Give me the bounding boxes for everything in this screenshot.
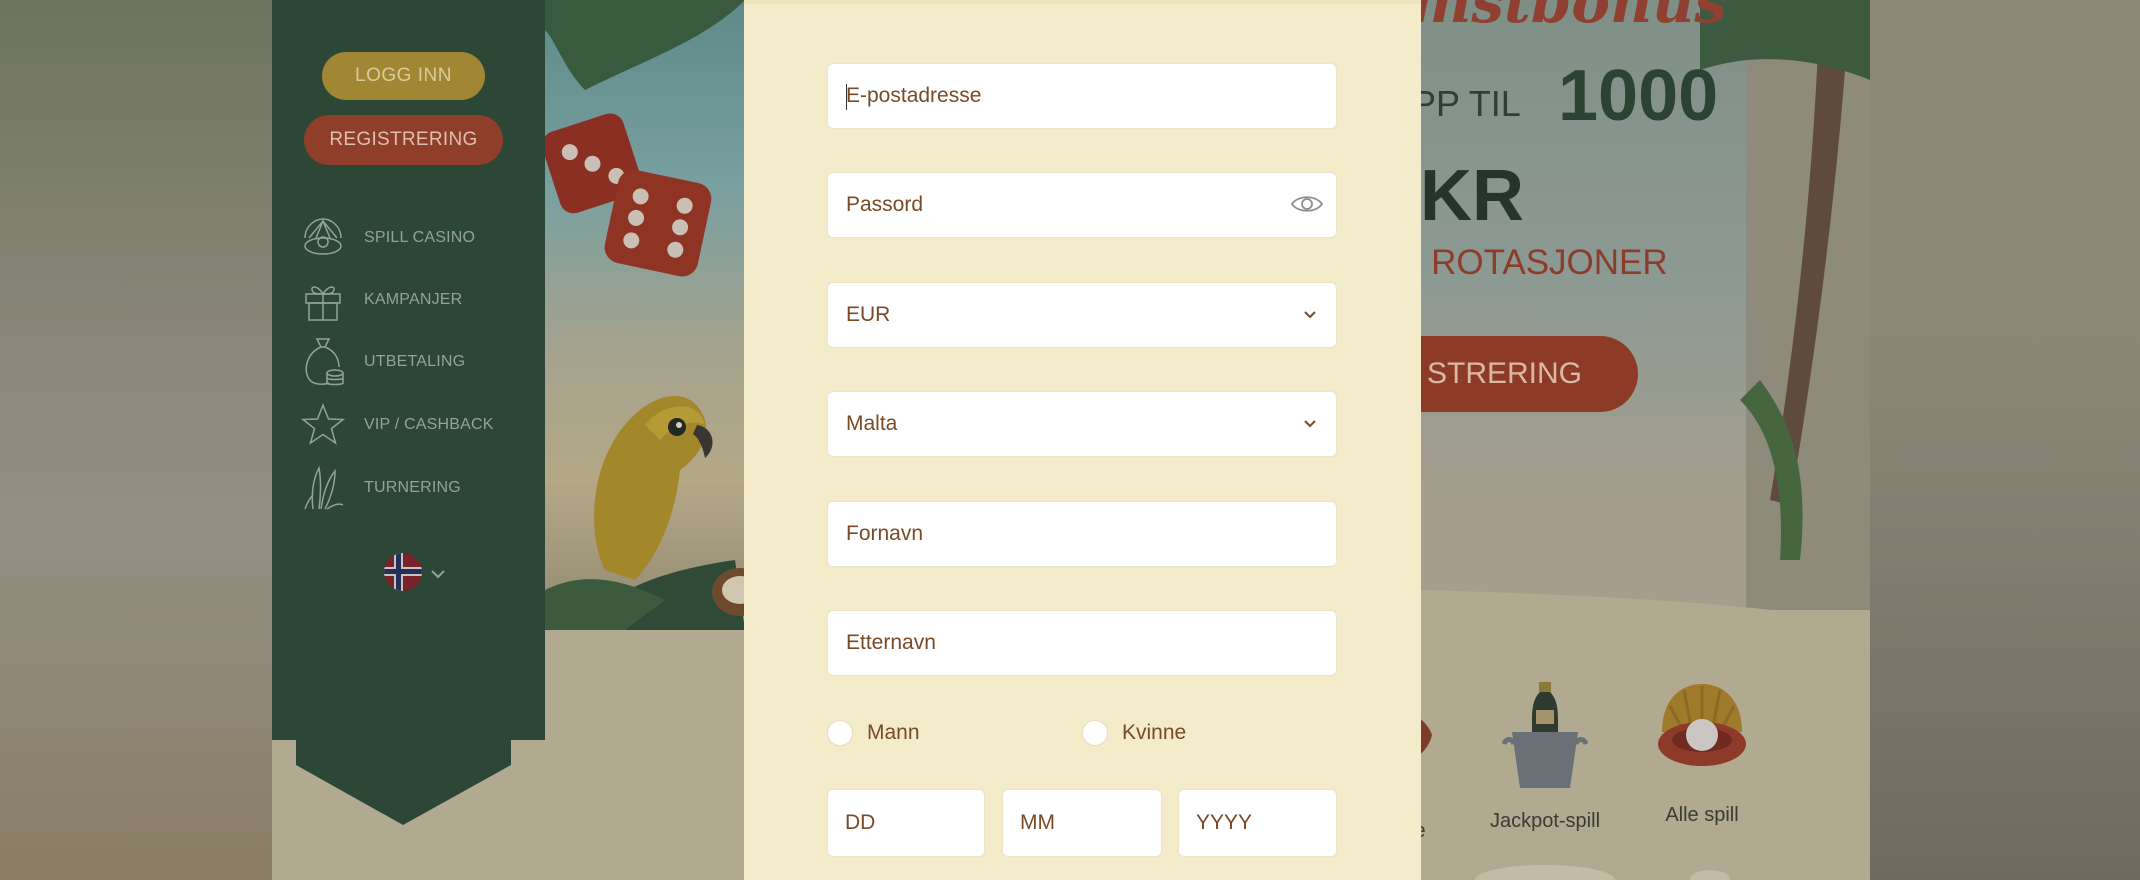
text-cursor bbox=[846, 84, 847, 110]
password-input[interactable] bbox=[828, 173, 1336, 237]
gender-male-option[interactable]: Mann bbox=[827, 716, 920, 750]
birth-day-input[interactable] bbox=[828, 790, 984, 856]
gift-icon bbox=[300, 277, 346, 323]
sidebar-item-label: TURNERING bbox=[364, 479, 461, 496]
category-label: Jackpot-spill bbox=[1489, 810, 1601, 832]
palm-tree-right bbox=[1700, 0, 1870, 560]
promo-amount: 1000 bbox=[1558, 56, 1719, 136]
blurred-right-background bbox=[1870, 0, 2140, 880]
sidebar-item-payout[interactable]: UTBETALING bbox=[300, 337, 530, 387]
sidebar-item-tournament[interactable]: TURNERING bbox=[300, 463, 530, 513]
promo-headline: mstbonus bbox=[1410, 0, 1728, 36]
chevron-down-icon bbox=[430, 565, 446, 584]
country-value: Malta bbox=[846, 412, 898, 435]
language-selector[interactable] bbox=[384, 553, 454, 595]
register-button[interactable]: REGISTRERING bbox=[304, 115, 503, 165]
password-field[interactable] bbox=[827, 172, 1337, 238]
currency-select[interactable]: EUR bbox=[827, 282, 1337, 348]
chevron-down-icon bbox=[1302, 307, 1318, 323]
sidebar-ribbon-tail bbox=[296, 725, 511, 825]
category-label: Alle spill bbox=[1665, 804, 1739, 826]
sidebar-item-label: SPILL CASINO bbox=[364, 229, 476, 246]
first-name-field[interactable] bbox=[827, 501, 1337, 567]
country-select[interactable]: Malta bbox=[827, 391, 1337, 457]
sidebar-item-play-casino[interactable]: SPILL CASINO bbox=[300, 213, 530, 263]
eye-icon[interactable] bbox=[1290, 189, 1326, 221]
gender-male-radio[interactable] bbox=[827, 720, 853, 746]
gender-female-radio[interactable] bbox=[1082, 720, 1108, 746]
promo-currency: KR bbox=[1420, 156, 1524, 236]
birth-year-field[interactable] bbox=[1178, 789, 1337, 857]
last-name-input[interactable] bbox=[828, 611, 1336, 675]
blurred-left-background bbox=[0, 0, 272, 880]
login-button[interactable]: LOGG INN bbox=[322, 52, 485, 100]
sidebar-item-label: UTBETALING bbox=[364, 353, 466, 370]
gender-male-label: Mann bbox=[867, 721, 920, 744]
sidebar-item-label: KAMPANJER bbox=[364, 291, 463, 308]
registration-modal: EUR Malta Mann Kvinne bbox=[744, 0, 1421, 880]
last-name-field[interactable] bbox=[827, 610, 1337, 676]
birth-month-input[interactable] bbox=[1003, 790, 1161, 856]
modal-top-border bbox=[744, 0, 1421, 4]
sidebar-item-vip-cashback[interactable]: VIP / CASHBACK bbox=[300, 400, 530, 450]
gender-female-label: Kvinne bbox=[1122, 721, 1187, 744]
gender-female-option[interactable]: Kvinne bbox=[1082, 716, 1186, 750]
chevron-down-icon bbox=[1302, 416, 1318, 432]
sidebar-item-promotions[interactable]: KAMPANJER bbox=[300, 275, 530, 325]
palm-leaves-left bbox=[545, 0, 745, 90]
promo-free-spins: S ROTASJONER bbox=[1398, 243, 1668, 282]
birth-year-input[interactable] bbox=[1179, 790, 1336, 856]
category-jackpot[interactable]: Jackpot-spill bbox=[1473, 680, 1617, 833]
birth-day-field[interactable] bbox=[827, 789, 985, 857]
birth-month-field[interactable] bbox=[1002, 789, 1162, 857]
dice-illustration bbox=[541, 113, 712, 277]
pearl-shell-icon bbox=[300, 215, 346, 261]
palm-leaf-icon bbox=[300, 465, 346, 511]
sidebar-item-label: VIP / CASHBACK bbox=[364, 416, 494, 433]
star-icon bbox=[300, 402, 346, 448]
category-all-games[interactable]: Alle spill bbox=[1652, 682, 1752, 827]
money-bag-icon bbox=[300, 338, 346, 386]
pearl-shell-icon bbox=[1658, 684, 1746, 766]
currency-value: EUR bbox=[846, 303, 891, 326]
email-input[interactable] bbox=[828, 64, 1336, 128]
champagne-bucket-icon bbox=[1501, 682, 1589, 788]
email-field[interactable] bbox=[827, 63, 1337, 129]
norway-flag-icon bbox=[384, 553, 422, 595]
first-name-input[interactable] bbox=[828, 502, 1336, 566]
